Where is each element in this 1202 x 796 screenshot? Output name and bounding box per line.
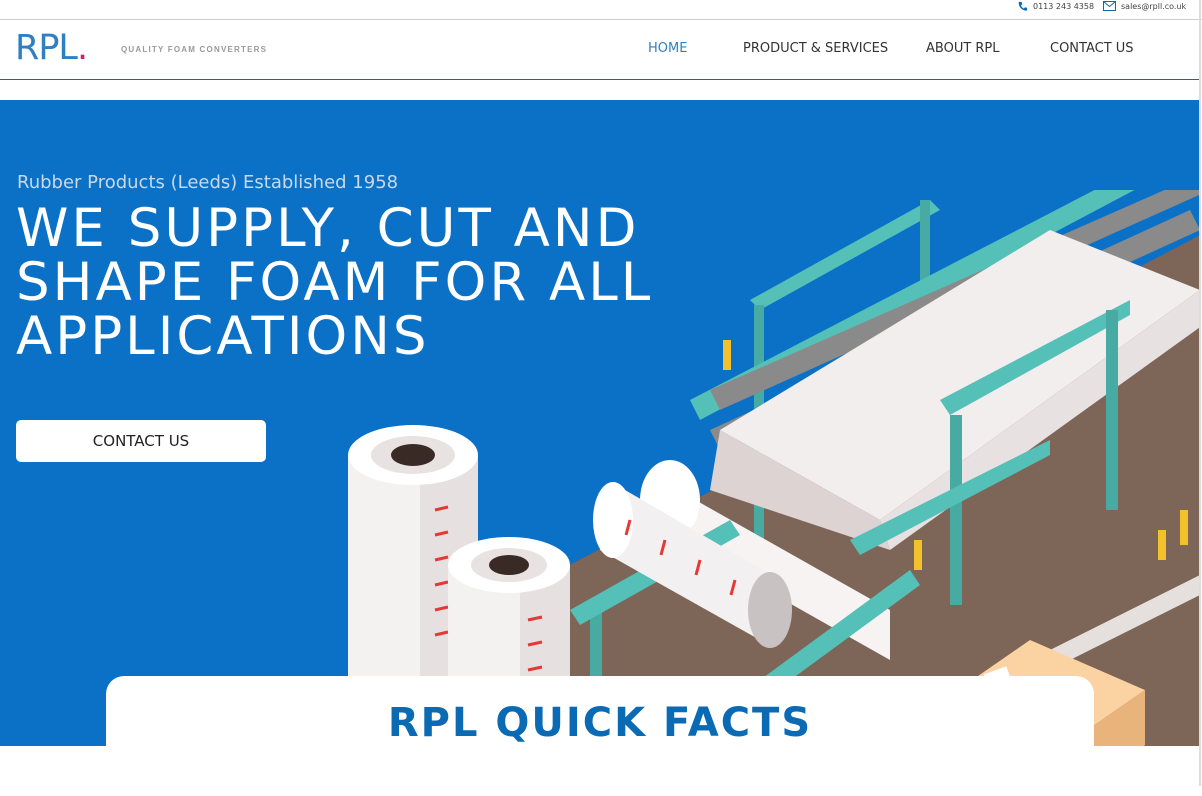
contact-us-button[interactable]: CONTACT US xyxy=(16,420,266,462)
logo-dot: . xyxy=(76,28,88,68)
nav-contact-us[interactable]: CONTACT US xyxy=(1050,41,1134,56)
hero-banner: Rubber Products (Leeds) Established 1958… xyxy=(0,100,1199,746)
site-header: RPL. QUALITY FOAM CONVERTERS HOME PRODUC… xyxy=(0,20,1200,80)
quick-facts-panel: RPL QUICK FACTS xyxy=(106,676,1094,796)
nav-home[interactable]: HOME xyxy=(648,41,687,56)
page-edge xyxy=(1199,0,1201,786)
foam-factory-illustration xyxy=(341,190,1199,746)
email-contact[interactable]: sales@rpll.co.uk xyxy=(1103,0,1186,12)
nav-product-services[interactable]: PRODUCT & SERVICES xyxy=(743,41,888,56)
logo-tagline: QUALITY FOAM CONVERTERS xyxy=(121,45,268,54)
quick-facts-heading: RPL QUICK FACTS xyxy=(387,700,813,746)
mail-icon xyxy=(1103,1,1116,11)
phone-icon xyxy=(1018,1,1028,11)
phone-contact[interactable]: 0113 243 4358 xyxy=(1017,0,1094,12)
top-contact-bar: 0113 243 4358 sales@rpll.co.uk xyxy=(0,0,1202,20)
rpl-logo[interactable]: RPL. xyxy=(15,28,88,68)
logo-text: RPL xyxy=(15,28,78,68)
phone-number: 0113 243 4358 xyxy=(1033,1,1095,11)
email-address: sales@rpll.co.uk xyxy=(1121,1,1187,11)
nav-about-rpl[interactable]: ABOUT RPL xyxy=(926,41,1000,56)
